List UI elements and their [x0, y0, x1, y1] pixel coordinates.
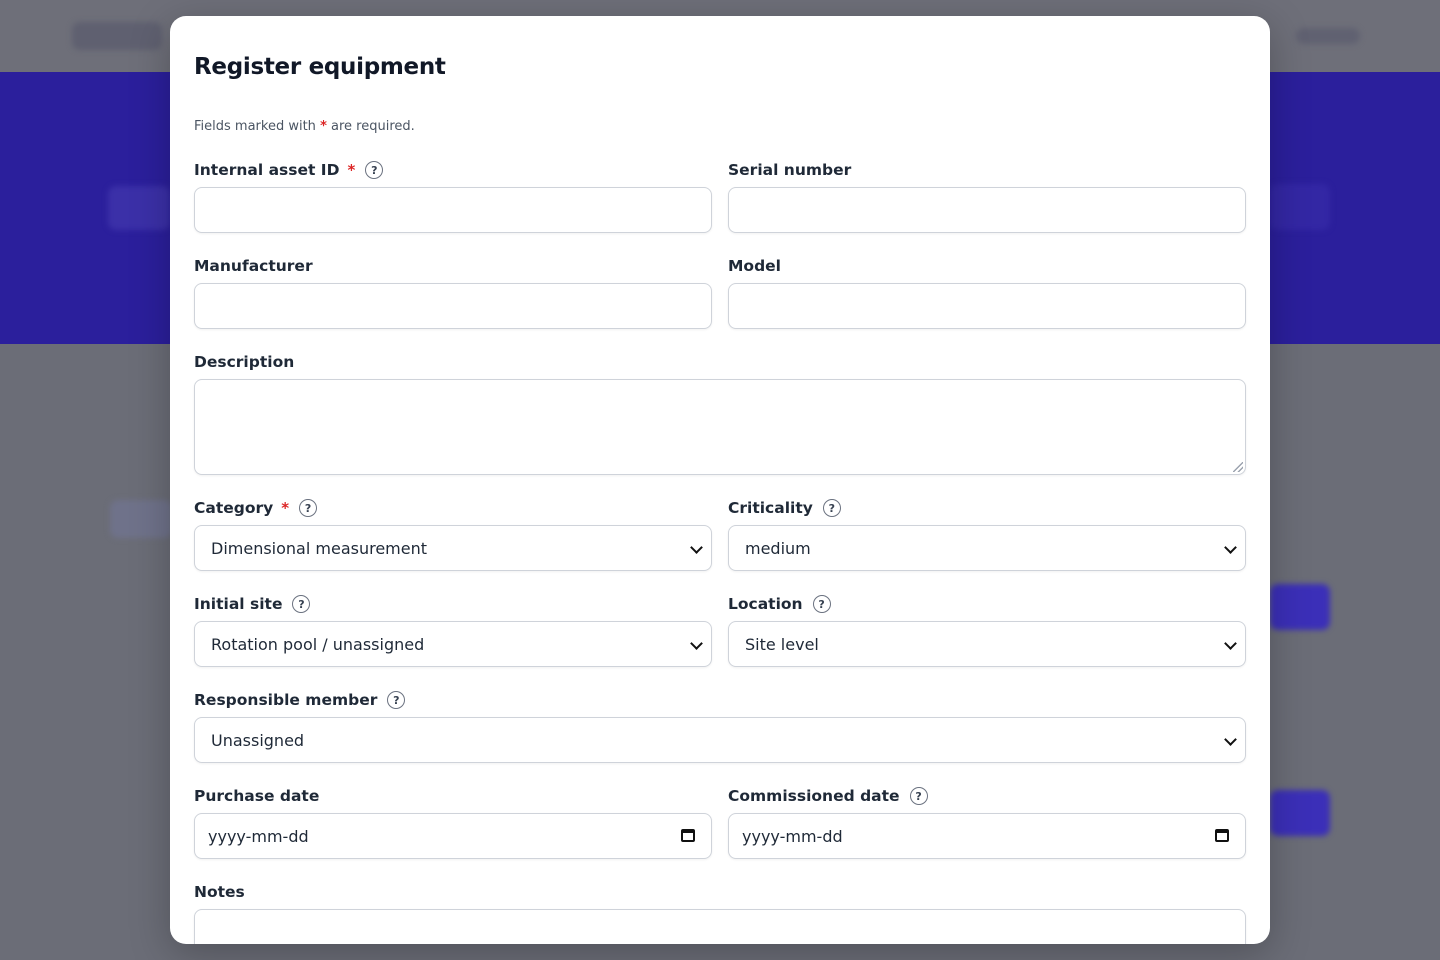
purchase-date-field: Purchase date yyyy-mm-dd — [194, 785, 712, 860]
responsible-member-label: Responsible member — [194, 691, 378, 709]
serial-number-input[interactable] — [728, 187, 1246, 233]
initial-site-label: Initial site — [194, 595, 283, 613]
background-primary-button — [1270, 584, 1330, 630]
commissioned-date-label: Commissioned date — [728, 787, 900, 805]
serial-number-label: Serial number — [728, 161, 852, 179]
internal-asset-id-field: Internal asset ID * ? — [194, 159, 712, 234]
responsible-member-select[interactable]: Unassigned — [194, 717, 1246, 763]
purchase-date-label: Purchase date — [194, 787, 320, 805]
location-select[interactable]: Site level — [728, 621, 1246, 667]
model-field: Model — [728, 255, 1246, 330]
notes-label: Notes — [194, 883, 245, 901]
background-primary-button-2 — [1270, 790, 1330, 836]
commissioned-date-field: Commissioned date ? yyyy-mm-dd — [728, 785, 1246, 860]
help-icon[interactable]: ? — [822, 499, 841, 517]
help-icon[interactable]: ? — [909, 787, 928, 805]
help-icon[interactable]: ? — [387, 691, 406, 709]
background-hero-button — [1270, 184, 1330, 230]
purchase-date-input[interactable]: yyyy-mm-dd — [194, 813, 712, 859]
manufacturer-label: Manufacturer — [194, 257, 313, 275]
resize-handle[interactable] — [1233, 462, 1243, 472]
chevron-down-icon — [690, 637, 703, 650]
notes-textarea[interactable] — [194, 909, 1246, 944]
serial-number-field: Serial number — [728, 159, 1246, 234]
model-input[interactable] — [728, 283, 1246, 329]
background-hero-title — [108, 186, 170, 230]
category-label: Category — [194, 499, 274, 517]
dialog-title: Register equipment — [194, 54, 446, 80]
required-fields-note: Fields marked with * are required. — [194, 119, 415, 134]
description-label: Description — [194, 353, 295, 371]
help-icon[interactable]: ? — [365, 161, 384, 179]
description-textarea[interactable] — [194, 379, 1246, 475]
internal-asset-id-input[interactable] — [194, 187, 712, 233]
background-signout — [1296, 28, 1360, 44]
register-equipment-dialog: Register equipment Fields marked with * … — [170, 16, 1270, 944]
category-field: Category * ? Dimensional measurement — [194, 497, 712, 572]
location-field: Location ? Site level — [728, 593, 1246, 668]
description-field: Description — [194, 351, 1246, 476]
chevron-down-icon — [690, 541, 703, 554]
background-logo — [72, 22, 162, 50]
calendar-icon[interactable] — [681, 829, 695, 842]
initial-site-select[interactable]: Rotation pool / unassigned — [194, 621, 712, 667]
internal-asset-id-label: Internal asset ID — [194, 161, 340, 179]
help-icon[interactable]: ? — [812, 595, 831, 613]
background-card — [110, 500, 172, 538]
chevron-down-icon — [1224, 733, 1237, 746]
manufacturer-input[interactable] — [194, 283, 712, 329]
chevron-down-icon — [1224, 541, 1237, 554]
help-icon[interactable]: ? — [292, 595, 311, 613]
notes-field: Notes — [194, 881, 1246, 944]
category-select[interactable]: Dimensional measurement — [194, 525, 712, 571]
model-label: Model — [728, 257, 781, 275]
criticality-field: Criticality ? medium — [728, 497, 1246, 572]
criticality-label: Criticality — [728, 499, 813, 517]
criticality-select[interactable]: medium — [728, 525, 1246, 571]
initial-site-field: Initial site ? Rotation pool / unassigne… — [194, 593, 712, 668]
required-marker: * — [347, 161, 356, 179]
responsible-member-field: Responsible member ? Unassigned — [194, 689, 1246, 764]
help-icon[interactable]: ? — [299, 499, 318, 517]
required-marker: * — [281, 499, 290, 517]
commissioned-date-input[interactable]: yyyy-mm-dd — [728, 813, 1246, 859]
location-label: Location — [728, 595, 803, 613]
manufacturer-field: Manufacturer — [194, 255, 712, 330]
calendar-icon[interactable] — [1215, 829, 1229, 842]
chevron-down-icon — [1224, 637, 1237, 650]
